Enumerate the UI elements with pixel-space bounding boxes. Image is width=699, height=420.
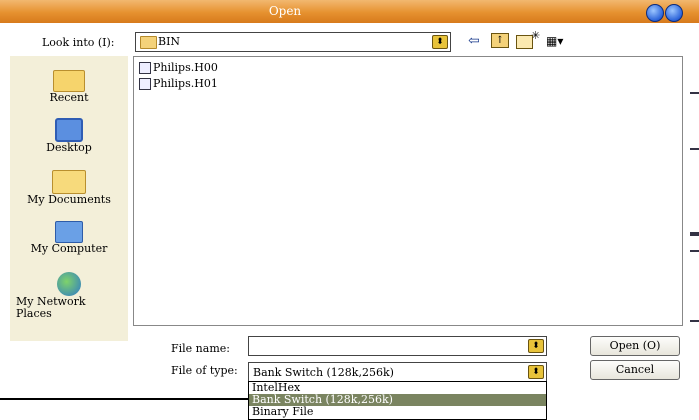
cancel-button[interactable]: Cancel	[590, 360, 680, 380]
lookin-value: BIN	[158, 35, 181, 48]
up-folder-icon[interactable]: ↑	[491, 33, 509, 48]
filename-label: File name:	[171, 342, 230, 355]
documents-folder-icon	[52, 170, 86, 194]
title-bar: Open	[0, 0, 699, 23]
recent-folder-icon	[53, 70, 85, 92]
back-arrow-icon[interactable]: ⇦	[468, 33, 480, 49]
file-list[interactable]: Philips.H00 Philips.H01	[133, 56, 683, 326]
place-my-computer[interactable]: My Computer	[10, 221, 128, 255]
file-name: Philips.H01	[153, 77, 218, 90]
background-window-edge	[690, 232, 699, 236]
file-name: Philips.H00	[153, 61, 218, 74]
chevron-down-icon[interactable]: ⬍	[432, 35, 448, 49]
place-label: My Documents	[27, 193, 111, 206]
place-my-documents[interactable]: My Documents	[10, 170, 128, 206]
new-folder-sparkle: ✳	[531, 29, 541, 42]
open-button[interactable]: Open (O)	[590, 336, 680, 356]
filetype-combo[interactable]: Bank Switch (128k,256k) ⬍	[248, 362, 547, 382]
close-button[interactable]	[665, 4, 683, 22]
computer-icon	[55, 221, 83, 243]
filetype-value: Bank Switch (128k,256k)	[253, 366, 394, 379]
file-icon	[139, 62, 151, 74]
background-window-edge	[690, 148, 699, 150]
chevron-down-icon[interactable]: ⬍	[528, 339, 544, 353]
dropdown-option[interactable]: Binary File	[249, 406, 546, 418]
desktop-icon	[55, 118, 83, 142]
place-desktop[interactable]: Desktop	[10, 118, 128, 154]
place-label: Desktop	[46, 141, 92, 154]
bottom-divider	[0, 398, 248, 400]
place-label: Recent	[49, 91, 89, 104]
help-button[interactable]	[646, 4, 664, 22]
window-title: Open	[268, 4, 302, 18]
background-window-edge	[690, 320, 699, 322]
lookin-label: Look into (I):	[42, 36, 115, 49]
place-label: My Computer	[30, 242, 108, 255]
background-window-edge	[690, 92, 699, 94]
places-bar: Recent Desktop My Documents My Computer …	[10, 56, 128, 341]
filetype-dropdown[interactable]: IntelHex Bank Switch (128k,256k) Binary …	[248, 381, 547, 420]
filename-combo[interactable]: ⬍	[248, 336, 547, 356]
filetype-label: File of type:	[171, 364, 238, 377]
place-my-network[interactable]: My Network Places	[10, 272, 128, 320]
network-globe-icon	[57, 272, 81, 296]
background-window-edge	[690, 250, 699, 252]
file-icon	[139, 78, 151, 90]
place-label: My Network Places	[16, 295, 86, 320]
place-recent[interactable]: Recent	[10, 66, 128, 104]
chevron-down-icon[interactable]: ⬍	[528, 365, 544, 379]
folder-icon	[140, 36, 157, 49]
lookin-combo[interactable]: BIN ⬍	[135, 32, 451, 52]
view-menu-icon[interactable]: ▦▾	[546, 33, 563, 49]
